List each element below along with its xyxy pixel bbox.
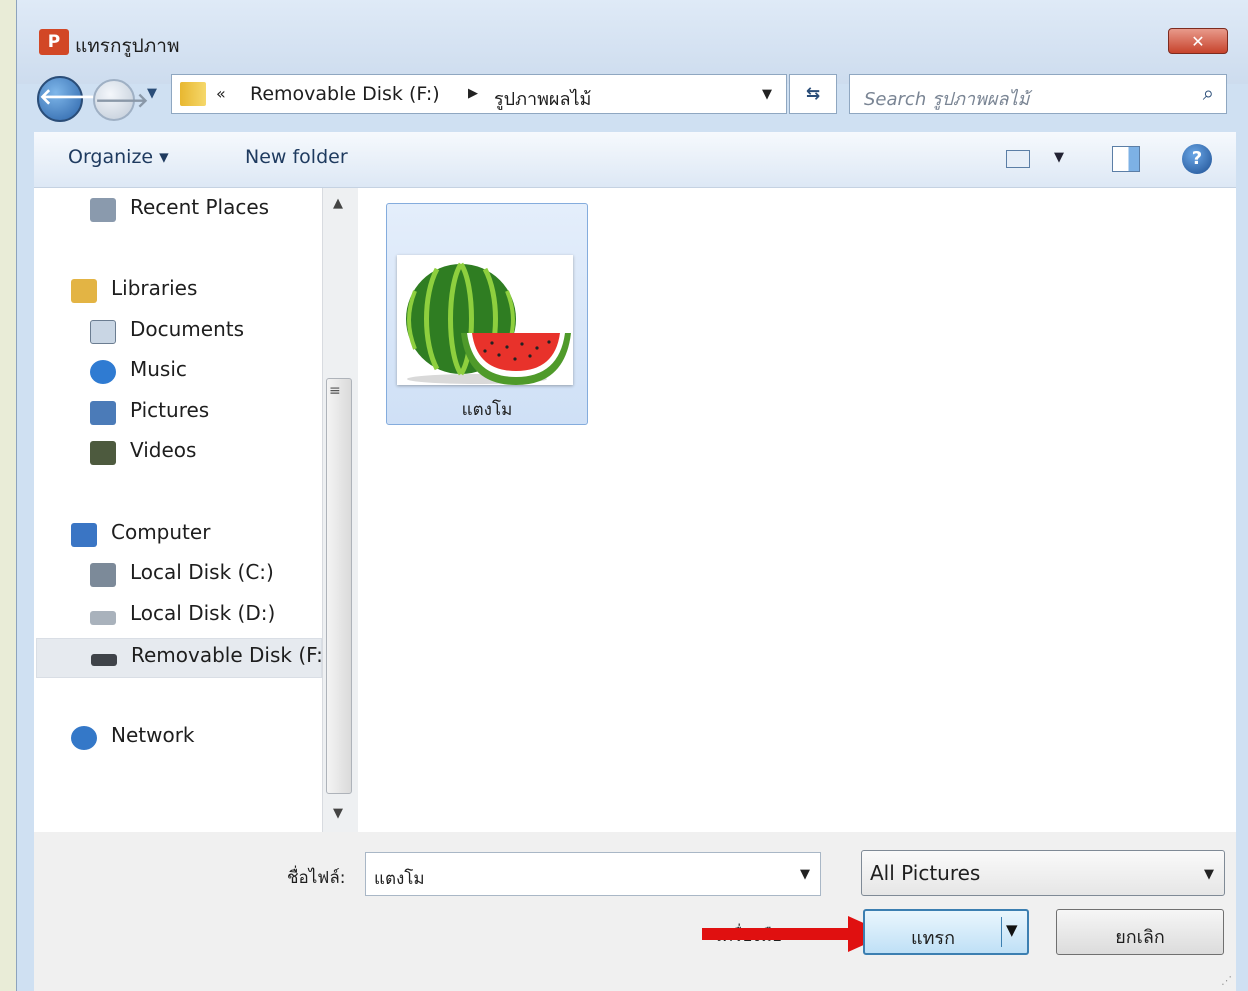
cancel-button-label: ยกเลิก: [1115, 927, 1165, 948]
file-type-select[interactable]: All Pictures ▼: [861, 850, 1225, 896]
sidebar-item-videos[interactable]: Videos: [90, 436, 320, 472]
powerpoint-icon: P: [39, 29, 69, 55]
dialog-footer: ชื่อไฟล์: แตงโม ▼ All Pictures ▼ เครื่อง…: [34, 832, 1236, 991]
address-bar[interactable]: « Removable Disk (F:) ▶ รูปภาพผลไม้ ▼: [171, 74, 787, 114]
resize-grip-icon[interactable]: ⋰: [1221, 974, 1232, 987]
local-disk-d-icon: [90, 611, 116, 625]
breadcrumb-overflow-icon[interactable]: «: [216, 84, 226, 103]
back-button[interactable]: 🡐: [37, 76, 98, 122]
view-options-dropdown[interactable]: ▼: [1054, 150, 1064, 165]
scroll-down-icon[interactable]: ▼: [333, 806, 343, 821]
sidebar-item-label: Recent Places: [130, 195, 270, 219]
folder-icon: [180, 82, 206, 106]
cancel-button[interactable]: ยกเลิก: [1056, 909, 1224, 955]
music-icon: [90, 360, 116, 384]
filename-input[interactable]: แตงโม ▼: [365, 852, 821, 896]
split-divider: [1001, 917, 1002, 947]
recent-places-icon: [90, 198, 116, 222]
insert-button[interactable]: แทรก ▼: [863, 909, 1029, 955]
sidebar-item-label: Libraries: [111, 276, 198, 300]
organize-button[interactable]: Organize ▾: [68, 146, 169, 168]
file-name-label: แตงโม: [461, 400, 513, 420]
watermelon-icon: [397, 255, 573, 385]
navigation-row: 🡐 🡒 ▼ « Removable Disk (F:) ▶ รูปภาพผลไม…: [17, 70, 1248, 122]
local-disk-c-icon: [90, 563, 116, 587]
sidebar-item-label: Documents: [130, 317, 245, 341]
sidebar-item-label: Music: [130, 357, 187, 381]
sidebar-item-documents[interactable]: Documents: [90, 315, 320, 351]
navigation-scrollbar[interactable]: ▲ ≡ ▼: [322, 188, 358, 832]
sidebar-item-label: Local Disk (D:): [130, 601, 276, 625]
scroll-grip-icon: ≡: [329, 383, 341, 399]
scroll-up-icon[interactable]: ▲: [333, 196, 343, 211]
address-dropdown-icon[interactable]: ▼: [762, 87, 772, 102]
refresh-button[interactable]: ⇆: [789, 74, 837, 114]
close-button[interactable]: ✕: [1168, 28, 1228, 54]
sidebar-item-network[interactable]: Network: [71, 721, 321, 757]
filename-value: แตงโม: [374, 869, 425, 889]
command-toolbar: Organize ▾ New folder ▼ ?: [34, 132, 1236, 188]
help-icon[interactable]: ?: [1182, 144, 1212, 174]
change-view-icon[interactable]: [1006, 150, 1030, 168]
sidebar-item-label: Computer: [111, 520, 211, 544]
navigation-pane: Recent Places Libraries Documents Music …: [34, 188, 322, 832]
scroll-thumb[interactable]: [326, 378, 352, 794]
insert-button-label: แทรก: [910, 928, 956, 949]
file-type-dropdown-icon[interactable]: ▼: [1204, 867, 1214, 882]
breadcrumb-removable-disk[interactable]: Removable Disk (F:): [250, 83, 440, 105]
search-icon[interactable]: ⌕: [1203, 81, 1214, 105]
annotation-arrow-icon: [702, 916, 888, 952]
forward-button[interactable]: 🡒: [93, 79, 149, 121]
sidebar-item-label: Removable Disk (F:): [131, 643, 322, 667]
filename-dropdown-icon[interactable]: ▼: [800, 867, 810, 882]
preview-pane-icon[interactable]: [1112, 146, 1140, 172]
search-input[interactable]: Search รูปภาพผลไม้ ⌕: [849, 74, 1227, 114]
filename-label: ชื่อไฟล์:: [287, 868, 346, 888]
recent-locations-dropdown[interactable]: ▼: [147, 86, 157, 101]
insert-options-dropdown-icon[interactable]: ▼: [1006, 921, 1018, 939]
sidebar-item-label: Local Disk (C:): [130, 560, 274, 584]
file-type-value: All Pictures: [870, 861, 981, 885]
dialog-title: แทรกรูปภาพ: [75, 35, 180, 57]
libraries-icon: [71, 279, 97, 303]
breadcrumb-folder[interactable]: รูปภาพผลไม้: [494, 84, 591, 113]
sidebar-item-computer[interactable]: Computer: [71, 518, 321, 554]
removable-disk-icon: [91, 654, 117, 666]
sidebar-item-libraries[interactable]: Libraries: [71, 274, 321, 310]
sidebar-item-label: Pictures: [130, 398, 210, 422]
documents-icon: [90, 320, 116, 344]
videos-icon: [90, 441, 116, 465]
sidebar-item-pictures[interactable]: Pictures: [90, 396, 320, 432]
computer-icon: [71, 523, 97, 547]
new-folder-button[interactable]: New folder: [245, 146, 348, 168]
sidebar-item-local-disk-c[interactable]: Local Disk (C:): [90, 558, 320, 594]
sidebar-item-removable-disk[interactable]: Removable Disk (F:): [36, 638, 322, 678]
sidebar-item-label: Videos: [130, 438, 197, 462]
sidebar-item-music[interactable]: Music: [90, 355, 320, 391]
breadcrumb-separator-icon[interactable]: ▶: [468, 86, 478, 101]
sidebar-item-label: Network: [111, 723, 195, 747]
sidebar-item-local-disk-d[interactable]: Local Disk (D:): [90, 599, 320, 635]
file-list: แตงโม: [358, 188, 1236, 832]
insert-picture-dialog: P แทรกรูปภาพ ✕ 🡐 🡒 ▼ « Removable Disk (F…: [16, 0, 1248, 991]
network-icon: [71, 726, 97, 750]
sidebar-item-recent-places[interactable]: Recent Places: [90, 193, 320, 229]
search-placeholder: Search รูปภาพผลไม้: [864, 89, 1030, 110]
pictures-icon: [90, 401, 116, 425]
file-item-watermelon[interactable]: แตงโม: [386, 203, 588, 425]
